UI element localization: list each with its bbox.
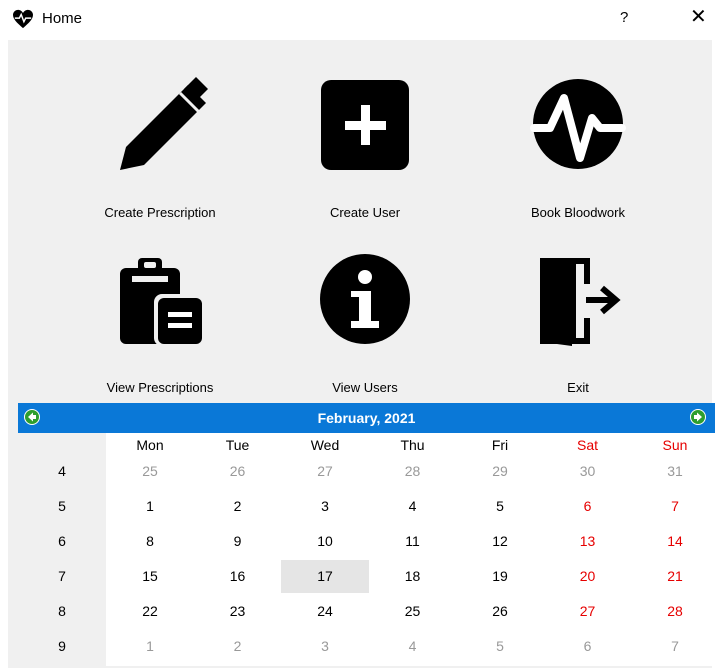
pulse-icon xyxy=(530,79,626,169)
calendar-day[interactable]: 2 xyxy=(194,630,282,663)
weekday-header: Mon xyxy=(136,437,164,453)
calendar-day[interactable]: 20 xyxy=(544,560,632,593)
title-bar: Home ? ✕ xyxy=(0,0,720,40)
pencil-icon xyxy=(120,77,208,170)
calendar-day[interactable]: 4 xyxy=(369,490,457,523)
info-icon xyxy=(320,254,410,344)
calendar-day[interactable]: 6 xyxy=(544,630,632,663)
calendar-day[interactable]: 21 xyxy=(631,560,719,593)
calendar-day[interactable]: 19 xyxy=(456,560,544,593)
week-number: 4 xyxy=(58,463,66,479)
week-number: 9 xyxy=(58,638,66,654)
calendar-day[interactable]: 14 xyxy=(631,525,719,558)
clipboard-list-icon xyxy=(120,258,204,346)
calendar-day[interactable]: 2 xyxy=(194,490,282,523)
calendar-day[interactable]: 8 xyxy=(106,525,194,558)
calendar-day[interactable]: 3 xyxy=(281,490,369,523)
calendar-day[interactable]: 5 xyxy=(456,490,544,523)
weekday-header: Wed xyxy=(310,437,340,453)
calendar-day[interactable]: 27 xyxy=(281,455,369,488)
calendar-day[interactable]: 28 xyxy=(631,595,719,628)
calendar-day[interactable]: 16 xyxy=(194,560,282,593)
next-month-icon[interactable] xyxy=(690,409,706,425)
create-user-button[interactable]: Create User xyxy=(275,70,455,240)
calendar-day[interactable]: 29 xyxy=(456,455,544,488)
weekday-header: Sat xyxy=(576,437,598,453)
calendar-day[interactable]: 15 xyxy=(106,560,194,593)
calendar-day[interactable]: 7 xyxy=(631,630,719,663)
exit-label: Exit xyxy=(567,380,589,395)
calendar-day[interactable]: 28 xyxy=(369,455,457,488)
calendar-day[interactable]: 17 xyxy=(281,560,369,593)
week-number: 7 xyxy=(58,568,66,584)
calendar-day[interactable]: 30 xyxy=(544,455,632,488)
calendar-day[interactable]: 26 xyxy=(194,455,282,488)
exit-button[interactable]: Exit xyxy=(488,245,668,415)
calendar-day[interactable]: 1 xyxy=(106,630,194,663)
view-users-label: View Users xyxy=(332,380,398,395)
week-number: 8 xyxy=(58,603,66,619)
calendar-day[interactable]: 24 xyxy=(281,595,369,628)
calendar-month-label[interactable]: February, 2021 xyxy=(18,410,715,426)
weekday-header: Fri xyxy=(491,437,509,453)
calendar-day[interactable]: 31 xyxy=(631,455,719,488)
calendar-day[interactable]: 12 xyxy=(456,525,544,558)
calendar-day[interactable]: 4 xyxy=(369,630,457,663)
calendar-day[interactable]: 18 xyxy=(369,560,457,593)
view-prescriptions-label: View Prescriptions xyxy=(106,380,214,395)
calendar-day[interactable]: 26 xyxy=(456,595,544,628)
view-users-button[interactable]: View Users xyxy=(275,245,455,415)
calendar-day[interactable]: 3 xyxy=(281,630,369,663)
heart-pulse-icon xyxy=(13,9,33,29)
view-prescriptions-button[interactable]: View Prescriptions xyxy=(70,245,250,415)
calendar-day[interactable]: 13 xyxy=(544,525,632,558)
calendar-day[interactable]: 11 xyxy=(369,525,457,558)
weekday-header: Sun xyxy=(662,437,688,453)
calendar-day[interactable]: 1 xyxy=(106,490,194,523)
weekday-header: Thu xyxy=(400,437,425,453)
close-button[interactable]: ✕ xyxy=(690,6,707,28)
book-bloodwork-button[interactable]: Book Bloodwork xyxy=(488,70,668,240)
calendar-day[interactable]: 7 xyxy=(631,490,719,523)
week-number: 6 xyxy=(58,533,66,549)
door-exit-icon xyxy=(540,258,621,346)
book-bloodwork-label: Book Bloodwork xyxy=(531,205,625,220)
calendar-day[interactable]: 25 xyxy=(369,595,457,628)
week-number: 5 xyxy=(58,498,66,514)
calendar-day[interactable]: 22 xyxy=(106,595,194,628)
calendar-day[interactable]: 6 xyxy=(544,490,632,523)
calendar-day[interactable]: 9 xyxy=(194,525,282,558)
calendar-day[interactable]: 23 xyxy=(194,595,282,628)
calendar-day[interactable]: 5 xyxy=(456,630,544,663)
create-user-label: Create User xyxy=(329,205,401,220)
plus-square-icon xyxy=(321,80,409,170)
calendar: February, 2021 Mon Tue Wed Thu Fri Sat Sun 4 25 2… xyxy=(18,403,715,666)
create-prescription-button[interactable]: Create Prescription xyxy=(70,70,250,240)
calendar-day[interactable]: 10 xyxy=(281,525,369,558)
calendar-day[interactable]: 25 xyxy=(106,455,194,488)
help-button[interactable]: ? xyxy=(620,9,628,26)
create-prescription-label: Create Prescription xyxy=(104,205,216,220)
calendar-day[interactable]: 27 xyxy=(544,595,632,628)
calendar-nav-bar: February, 2021 xyxy=(18,403,715,433)
window-title: Home xyxy=(42,10,83,27)
weekday-header: Tue xyxy=(225,437,250,453)
